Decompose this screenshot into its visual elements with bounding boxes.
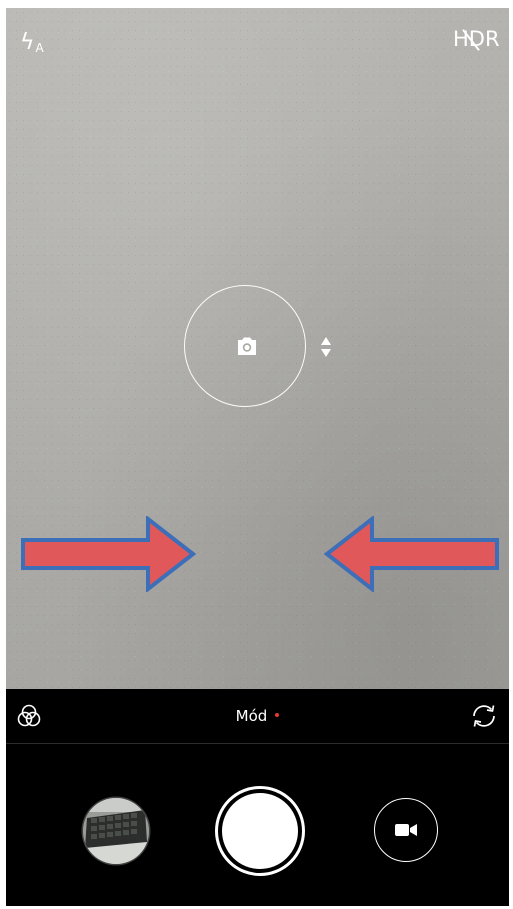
gallery-thumbnail[interactable]	[83, 798, 149, 864]
flash-button[interactable]: ϟ A	[20, 26, 50, 55]
mode-bar: Mód	[6, 689, 509, 744]
camera-viewfinder[interactable]: ϟ A HDR	[6, 8, 509, 689]
video-record-button[interactable]	[374, 798, 438, 862]
gallery-preview-image	[83, 798, 149, 864]
annotation-arrow-left	[324, 516, 499, 592]
mode-selector[interactable]: Mód	[6, 705, 509, 727]
camera-icon	[238, 337, 256, 355]
flash-icon: ϟ	[20, 30, 35, 55]
flash-mode-label: A	[35, 41, 44, 55]
switch-camera-icon[interactable]	[469, 701, 499, 731]
video-camera-icon	[395, 824, 417, 836]
shutter-button-inner	[222, 793, 298, 869]
mode-label: Mód	[235, 707, 268, 725]
camera-app: ϟ A HDR Mód	[6, 8, 509, 906]
hdr-button[interactable]: HDR	[453, 24, 503, 54]
annotation-arrow-right	[21, 516, 196, 592]
shutter-button[interactable]	[215, 786, 305, 876]
mode-indicator-dot	[275, 712, 280, 717]
exposure-handle-icon[interactable]	[320, 336, 332, 358]
shutter-bar	[6, 744, 509, 906]
